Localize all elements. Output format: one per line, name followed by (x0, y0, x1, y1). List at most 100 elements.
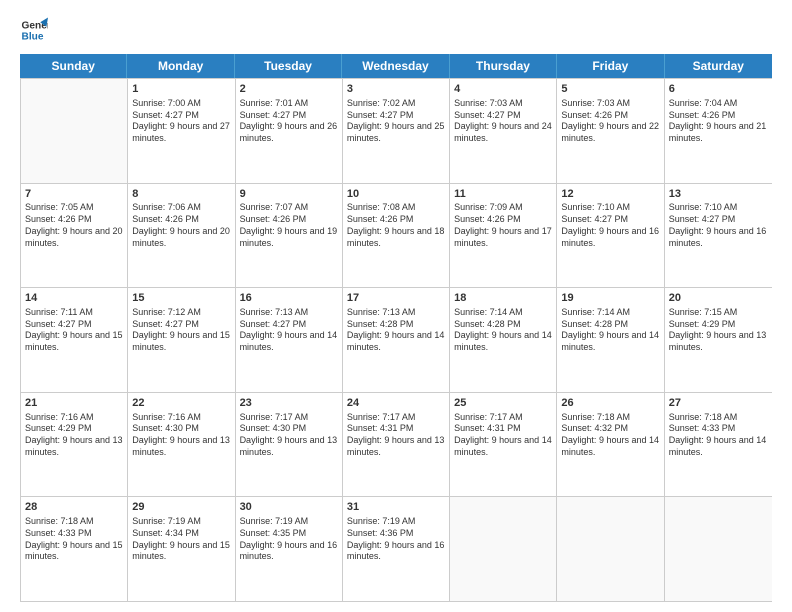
calendar-cell: 26Sunrise: 7:18 AMSunset: 4:32 PMDayligh… (557, 393, 664, 497)
calendar-cell: 3Sunrise: 7:02 AMSunset: 4:27 PMDaylight… (343, 79, 450, 183)
calendar-cell: 7Sunrise: 7:05 AMSunset: 4:26 PMDaylight… (21, 184, 128, 288)
day-number: 1 (132, 82, 230, 97)
calendar-cell: 17Sunrise: 7:13 AMSunset: 4:28 PMDayligh… (343, 288, 450, 392)
cell-detail: Sunrise: 7:19 AMSunset: 4:34 PMDaylight:… (132, 516, 230, 563)
calendar-cell: 4Sunrise: 7:03 AMSunset: 4:27 PMDaylight… (450, 79, 557, 183)
calendar-cell: 5Sunrise: 7:03 AMSunset: 4:26 PMDaylight… (557, 79, 664, 183)
header-day: Wednesday (342, 54, 449, 78)
calendar: SundayMondayTuesdayWednesdayThursdayFrid… (20, 54, 772, 602)
day-number: 24 (347, 396, 445, 411)
cell-detail: Sunrise: 7:08 AMSunset: 4:26 PMDaylight:… (347, 202, 445, 249)
cell-detail: Sunrise: 7:16 AMSunset: 4:30 PMDaylight:… (132, 412, 230, 459)
day-number: 2 (240, 82, 338, 97)
cell-detail: Sunrise: 7:17 AMSunset: 4:30 PMDaylight:… (240, 412, 338, 459)
cell-detail: Sunrise: 7:16 AMSunset: 4:29 PMDaylight:… (25, 412, 123, 459)
day-number: 16 (240, 291, 338, 306)
calendar-cell: 11Sunrise: 7:09 AMSunset: 4:26 PMDayligh… (450, 184, 557, 288)
calendar-cell (450, 497, 557, 601)
header-day: Sunday (20, 54, 127, 78)
calendar-cell (665, 497, 772, 601)
cell-detail: Sunrise: 7:11 AMSunset: 4:27 PMDaylight:… (25, 307, 123, 354)
calendar-cell: 24Sunrise: 7:17 AMSunset: 4:31 PMDayligh… (343, 393, 450, 497)
day-number: 28 (25, 500, 123, 515)
cell-detail: Sunrise: 7:00 AMSunset: 4:27 PMDaylight:… (132, 98, 230, 145)
calendar-row: 28Sunrise: 7:18 AMSunset: 4:33 PMDayligh… (21, 496, 772, 601)
calendar-cell: 30Sunrise: 7:19 AMSunset: 4:35 PMDayligh… (236, 497, 343, 601)
day-number: 23 (240, 396, 338, 411)
calendar-cell: 25Sunrise: 7:17 AMSunset: 4:31 PMDayligh… (450, 393, 557, 497)
calendar-cell: 19Sunrise: 7:14 AMSunset: 4:28 PMDayligh… (557, 288, 664, 392)
day-number: 31 (347, 500, 445, 515)
calendar-cell: 28Sunrise: 7:18 AMSunset: 4:33 PMDayligh… (21, 497, 128, 601)
day-number: 9 (240, 187, 338, 202)
calendar-cell: 18Sunrise: 7:14 AMSunset: 4:28 PMDayligh… (450, 288, 557, 392)
calendar-header: SundayMondayTuesdayWednesdayThursdayFrid… (20, 54, 772, 78)
cell-detail: Sunrise: 7:03 AMSunset: 4:27 PMDaylight:… (454, 98, 552, 145)
calendar-cell: 12Sunrise: 7:10 AMSunset: 4:27 PMDayligh… (557, 184, 664, 288)
day-number: 30 (240, 500, 338, 515)
cell-detail: Sunrise: 7:01 AMSunset: 4:27 PMDaylight:… (240, 98, 338, 145)
day-number: 17 (347, 291, 445, 306)
cell-detail: Sunrise: 7:19 AMSunset: 4:36 PMDaylight:… (347, 516, 445, 563)
cell-detail: Sunrise: 7:18 AMSunset: 4:32 PMDaylight:… (561, 412, 659, 459)
calendar-row: 21Sunrise: 7:16 AMSunset: 4:29 PMDayligh… (21, 392, 772, 497)
calendar-cell: 8Sunrise: 7:06 AMSunset: 4:26 PMDaylight… (128, 184, 235, 288)
cell-detail: Sunrise: 7:07 AMSunset: 4:26 PMDaylight:… (240, 202, 338, 249)
logo-icon: General Blue (20, 16, 48, 44)
calendar-cell: 14Sunrise: 7:11 AMSunset: 4:27 PMDayligh… (21, 288, 128, 392)
calendar-cell: 13Sunrise: 7:10 AMSunset: 4:27 PMDayligh… (665, 184, 772, 288)
cell-detail: Sunrise: 7:14 AMSunset: 4:28 PMDaylight:… (561, 307, 659, 354)
cell-detail: Sunrise: 7:14 AMSunset: 4:28 PMDaylight:… (454, 307, 552, 354)
day-number: 4 (454, 82, 552, 97)
day-number: 29 (132, 500, 230, 515)
day-number: 21 (25, 396, 123, 411)
cell-detail: Sunrise: 7:13 AMSunset: 4:27 PMDaylight:… (240, 307, 338, 354)
day-number: 5 (561, 82, 659, 97)
calendar-cell: 1Sunrise: 7:00 AMSunset: 4:27 PMDaylight… (128, 79, 235, 183)
cell-detail: Sunrise: 7:06 AMSunset: 4:26 PMDaylight:… (132, 202, 230, 249)
day-number: 19 (561, 291, 659, 306)
day-number: 25 (454, 396, 552, 411)
calendar-cell: 6Sunrise: 7:04 AMSunset: 4:26 PMDaylight… (665, 79, 772, 183)
calendar-body: 1Sunrise: 7:00 AMSunset: 4:27 PMDaylight… (20, 78, 772, 602)
calendar-cell: 9Sunrise: 7:07 AMSunset: 4:26 PMDaylight… (236, 184, 343, 288)
calendar-cell: 10Sunrise: 7:08 AMSunset: 4:26 PMDayligh… (343, 184, 450, 288)
day-number: 8 (132, 187, 230, 202)
cell-detail: Sunrise: 7:10 AMSunset: 4:27 PMDaylight:… (669, 202, 768, 249)
calendar-cell: 16Sunrise: 7:13 AMSunset: 4:27 PMDayligh… (236, 288, 343, 392)
cell-detail: Sunrise: 7:17 AMSunset: 4:31 PMDaylight:… (347, 412, 445, 459)
cell-detail: Sunrise: 7:12 AMSunset: 4:27 PMDaylight:… (132, 307, 230, 354)
calendar-cell: 31Sunrise: 7:19 AMSunset: 4:36 PMDayligh… (343, 497, 450, 601)
day-number: 27 (669, 396, 768, 411)
header-day: Monday (127, 54, 234, 78)
calendar-cell: 27Sunrise: 7:18 AMSunset: 4:33 PMDayligh… (665, 393, 772, 497)
cell-detail: Sunrise: 7:04 AMSunset: 4:26 PMDaylight:… (669, 98, 768, 145)
cell-detail: Sunrise: 7:09 AMSunset: 4:26 PMDaylight:… (454, 202, 552, 249)
cell-detail: Sunrise: 7:13 AMSunset: 4:28 PMDaylight:… (347, 307, 445, 354)
cell-detail: Sunrise: 7:19 AMSunset: 4:35 PMDaylight:… (240, 516, 338, 563)
calendar-cell: 21Sunrise: 7:16 AMSunset: 4:29 PMDayligh… (21, 393, 128, 497)
day-number: 15 (132, 291, 230, 306)
calendar-cell (557, 497, 664, 601)
cell-detail: Sunrise: 7:10 AMSunset: 4:27 PMDaylight:… (561, 202, 659, 249)
cell-detail: Sunrise: 7:05 AMSunset: 4:26 PMDaylight:… (25, 202, 123, 249)
cell-detail: Sunrise: 7:02 AMSunset: 4:27 PMDaylight:… (347, 98, 445, 145)
day-number: 12 (561, 187, 659, 202)
day-number: 14 (25, 291, 123, 306)
day-number: 11 (454, 187, 552, 202)
day-number: 3 (347, 82, 445, 97)
cell-detail: Sunrise: 7:03 AMSunset: 4:26 PMDaylight:… (561, 98, 659, 145)
calendar-cell: 2Sunrise: 7:01 AMSunset: 4:27 PMDaylight… (236, 79, 343, 183)
day-number: 22 (132, 396, 230, 411)
calendar-cell: 23Sunrise: 7:17 AMSunset: 4:30 PMDayligh… (236, 393, 343, 497)
calendar-cell: 29Sunrise: 7:19 AMSunset: 4:34 PMDayligh… (128, 497, 235, 601)
day-number: 10 (347, 187, 445, 202)
cell-detail: Sunrise: 7:17 AMSunset: 4:31 PMDaylight:… (454, 412, 552, 459)
header-day: Friday (557, 54, 664, 78)
calendar-cell: 15Sunrise: 7:12 AMSunset: 4:27 PMDayligh… (128, 288, 235, 392)
day-number: 7 (25, 187, 123, 202)
cell-detail: Sunrise: 7:18 AMSunset: 4:33 PMDaylight:… (25, 516, 123, 563)
day-number: 18 (454, 291, 552, 306)
page-header: General Blue (20, 16, 772, 44)
logo: General Blue (20, 16, 48, 44)
